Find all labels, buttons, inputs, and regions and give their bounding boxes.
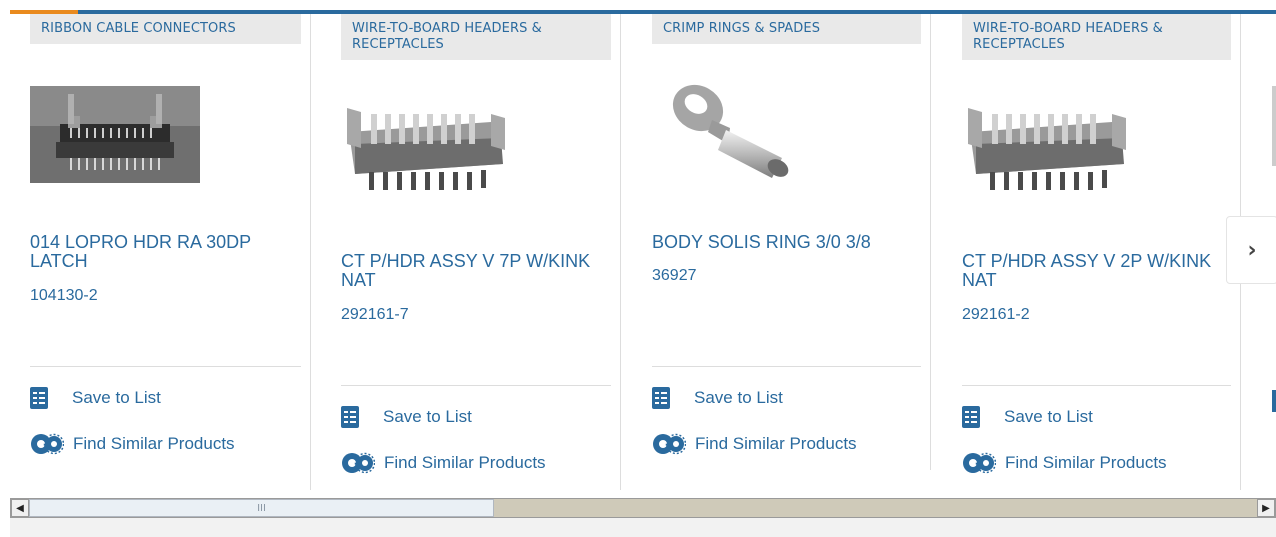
product-name-link[interactable]: 014 LOPRO HDR RA 30DP LATCH: [30, 233, 301, 271]
product-card: WIRE-TO-BOARD HEADERS & RECEPTACLES CT P…: [962, 14, 1241, 490]
category-link[interactable]: WIRE-TO-BOARD HEADERS & RECEPTACLES: [962, 14, 1231, 60]
find-similar-label: Find Similar Products: [1005, 453, 1167, 472]
category-link[interactable]: CRIMP RINGS & SPADES: [652, 14, 921, 44]
scroll-left-arrow[interactable]: ◀: [11, 499, 29, 517]
category-link[interactable]: RIBBON CABLE CONNECTORS: [30, 14, 301, 44]
gears-icon: [653, 433, 686, 455]
category-link[interactable]: WIRE-TO-BOARD HEADERS & RECEPTACLES: [341, 14, 611, 60]
checklist-icon: [652, 387, 670, 409]
carousel-next-button[interactable]: ›: [1226, 216, 1276, 284]
save-label: Save to List: [383, 407, 472, 426]
header-image[interactable]: [341, 104, 509, 196]
find-similar-label: Find Similar Products: [384, 453, 546, 472]
gears-icon: [342, 452, 375, 474]
next-card-peek: [1272, 86, 1276, 166]
card-separator: [341, 385, 611, 386]
ribbon-connector-image[interactable]: [30, 86, 200, 183]
product-name-link[interactable]: BODY SOLIS RING 3/0 3/8: [652, 233, 921, 252]
product-name-link[interactable]: CT P/HDR ASSY V 7P W/KINK NAT: [341, 252, 611, 290]
part-number[interactable]: 36927: [652, 267, 697, 285]
scroll-right-arrow[interactable]: ▶: [1257, 499, 1275, 517]
bottom-spacer: [10, 518, 1276, 537]
find-similar-label: Find Similar Products: [73, 434, 235, 453]
find-similar-label: Find Similar Products: [695, 434, 857, 453]
save-label: Save to List: [1004, 407, 1093, 426]
card-divider: [310, 14, 311, 490]
product-name-link[interactable]: CT P/HDR ASSY V 2P W/KINK NAT: [962, 252, 1231, 290]
find-similar-button[interactable]: Find Similar Products: [962, 450, 1167, 476]
gears-icon: [963, 452, 996, 474]
find-similar-button[interactable]: Find Similar Products: [30, 431, 235, 457]
save-label: Save to List: [694, 388, 783, 407]
horizontal-scrollbar[interactable]: ◀ III ▶: [10, 498, 1276, 518]
checklist-icon: [341, 406, 359, 428]
card-separator: [30, 366, 301, 367]
ring-terminal-image[interactable]: [668, 80, 808, 180]
gears-icon: [31, 433, 64, 455]
product-card: CRIMP RINGS & SPADES BODY SOLIS RING 3/0…: [652, 14, 931, 490]
card-separator: [962, 385, 1231, 386]
product-carousel: RIBBON CABLE CONNECTORS 014 LOPRO HDR RA…: [10, 14, 1276, 494]
card-divider: [930, 14, 931, 470]
scrollbar-grip: III: [257, 502, 266, 514]
scrollbar-track[interactable]: [494, 499, 1257, 517]
save-label: Save to List: [72, 388, 161, 407]
find-similar-button[interactable]: Find Similar Products: [652, 431, 857, 457]
next-card-peek-icon: [1272, 390, 1276, 412]
scrollbar-thumb[interactable]: III: [29, 499, 494, 517]
save-to-list-button[interactable]: Save to List: [341, 406, 472, 428]
header-image[interactable]: [962, 104, 1130, 196]
part-number[interactable]: 292161-7: [341, 306, 409, 324]
chevron-right-icon: ›: [1247, 237, 1257, 263]
save-to-list-button[interactable]: Save to List: [30, 387, 161, 409]
part-number[interactable]: 104130-2: [30, 287, 98, 305]
card-divider: [620, 14, 621, 490]
checklist-icon: [962, 406, 980, 428]
find-similar-button[interactable]: Find Similar Products: [341, 450, 546, 476]
product-card: RIBBON CABLE CONNECTORS 014 LOPRO HDR RA…: [30, 14, 311, 490]
card-separator: [652, 366, 921, 367]
part-number[interactable]: 292161-2: [962, 306, 1030, 324]
checklist-icon: [30, 387, 48, 409]
save-to-list-button[interactable]: Save to List: [962, 406, 1093, 428]
product-card: WIRE-TO-BOARD HEADERS & RECEPTACLES CT P…: [341, 14, 621, 490]
save-to-list-button[interactable]: Save to List: [652, 387, 783, 409]
